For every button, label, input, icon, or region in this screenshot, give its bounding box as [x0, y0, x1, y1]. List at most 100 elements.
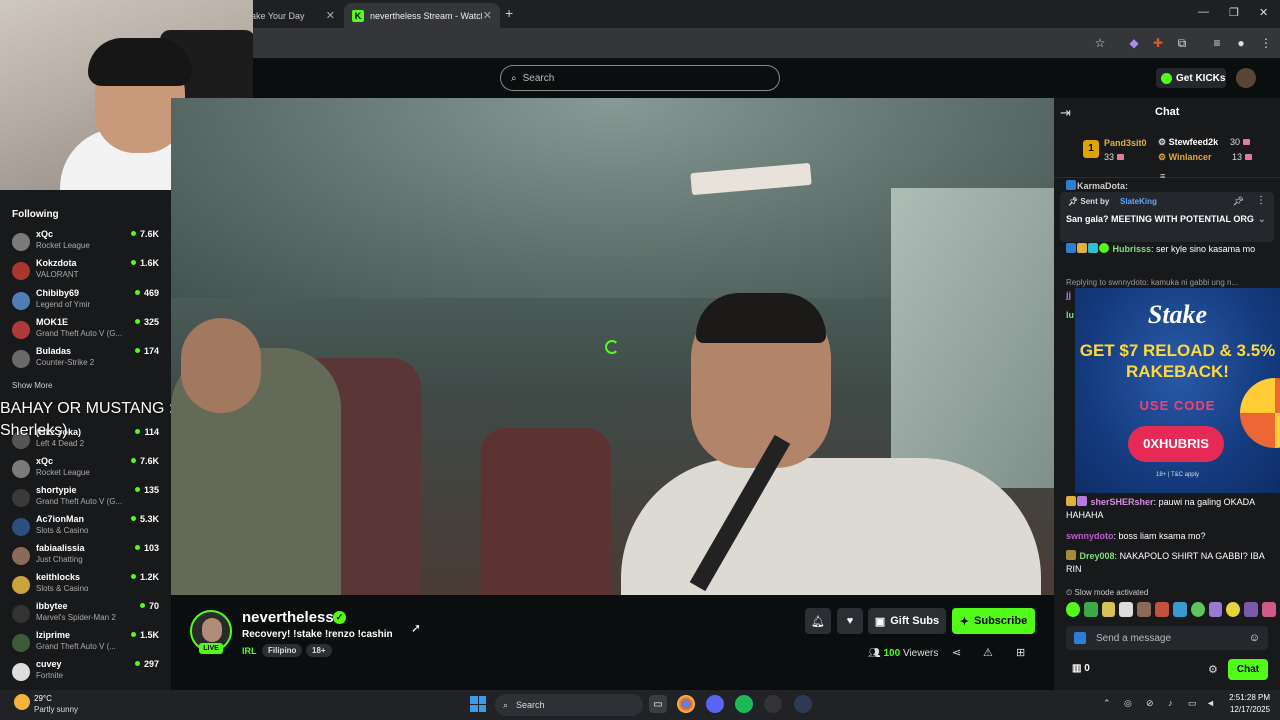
restore-button[interactable]: ❐ [1229, 6, 1239, 19]
stake-ad-banner[interactable]: Stake GET $7 RELOAD & 3.5% RAKEBACK! USE… [1075, 288, 1280, 493]
emote-icon[interactable] [1137, 602, 1152, 617]
windows-start-icon[interactable] [470, 696, 486, 712]
chat-input[interactable]: ☺ [1066, 626, 1268, 650]
channel-game: Slots & Casino [36, 584, 89, 593]
pinned-message[interactable]: 📌︎ Sent by SlateKing 📌︎ ⋮ San gala? MEET… [1060, 192, 1274, 242]
spotify-icon[interactable] [735, 695, 753, 713]
app-icon[interactable] [764, 695, 782, 713]
get-kicks-button[interactable]: Get KICKs [1156, 68, 1226, 88]
chevron-down-icon[interactable]: ⌄ [1258, 214, 1266, 225]
sidebar-channel-item[interactable]: Kokzdota VALORANT 1.6K [0, 257, 171, 286]
emote-icon[interactable] [1083, 602, 1098, 617]
settings-gear-icon[interactable]: ⚙ [1208, 663, 1218, 676]
share-icon[interactable]: ⋖ [952, 646, 961, 659]
sidebar-channel-item[interactable]: Chibiby69 Legend of Ymir 469 [0, 287, 171, 316]
send-message-input[interactable] [1096, 632, 1236, 644]
sidebar-channel-item[interactable]: fabiaalissia Just Chatting 103 [0, 542, 171, 571]
channel-name: MOK1E [36, 316, 69, 327]
volume-icon[interactable]: ◄ [1206, 698, 1215, 708]
show-more-link[interactable]: Show More [12, 381, 52, 390]
chat-username[interactable]: Drey008 [1080, 551, 1115, 561]
sidebar-channel-item[interactable]: ibbytee Marvel's Spider-Man 2 70 [0, 600, 171, 629]
more-options-icon[interactable]: ⋮ [1256, 195, 1266, 206]
tray-chevron-up-icon[interactable]: ⌃ [1103, 698, 1111, 709]
tray-app-icon[interactable]: ◎ [1124, 698, 1132, 709]
sidebar-channel-item[interactable]: Ac7ionMan Slots & Casino 5.3K [0, 513, 171, 542]
chat-username[interactable]: Hubrisss [1113, 244, 1152, 254]
browser-menu-icon[interactable]: ⋮ [1258, 35, 1274, 51]
stream-category[interactable]: IRL [242, 646, 257, 656]
stream-tag[interactable]: 18+ [306, 644, 332, 657]
task-view-icon[interactable]: ▭ [649, 695, 667, 713]
profile-icon[interactable]: ● [1233, 35, 1249, 51]
network-icon[interactable]: ▭ [1188, 698, 1197, 709]
report-icon[interactable]: ⚠ [983, 646, 993, 659]
chat-username[interactable]: sherSHERsher [1091, 497, 1154, 507]
emote-icon[interactable] [1262, 602, 1276, 617]
browser-tab-active[interactable]: K nevertheless Stream - Watch Li ✕ [344, 3, 500, 28]
close-window-button[interactable]: ✕ [1259, 6, 1268, 19]
sidebar-channel-item[interactable]: keithlocks Slots & Casino 1.2K [0, 571, 171, 600]
new-tab-button[interactable]: + [505, 5, 513, 21]
weather-sun-icon[interactable] [14, 694, 30, 710]
minimize-button[interactable]: — [1198, 6, 1209, 18]
app-icon[interactable] [794, 695, 812, 713]
close-tab-icon[interactable]: ✕ [326, 9, 335, 22]
leaderboard-user[interactable]: Pand3sit0 [1104, 138, 1147, 148]
extension-icon[interactable]: ✚ [1150, 35, 1166, 51]
leaderboard-user[interactable]: ⚙ Winlancer [1158, 152, 1212, 163]
chrome-icon[interactable] [677, 695, 695, 713]
user-avatar[interactable] [1236, 68, 1256, 88]
tab-search-icon[interactable]: ≡ [1209, 35, 1225, 51]
stream-tag[interactable]: Filipino [262, 644, 303, 657]
tray-app-icon[interactable]: ⊘ [1146, 698, 1154, 709]
slow-mode-notice: ⏲ Slow mode activated [1066, 588, 1149, 597]
extension-icon[interactable]: ◆ [1126, 35, 1142, 51]
search-input[interactable] [522, 72, 743, 84]
streamer-name[interactable]: nevertheless [242, 609, 334, 626]
subscribe-button[interactable]: ✦ Subscribe [952, 608, 1035, 634]
channel-viewers: 1.6K [131, 258, 159, 268]
site-search[interactable]: ⌕ [500, 65, 780, 91]
sidebar-channel-item[interactable]: MOK1E Grand Theft Auto V (G... 325 [0, 316, 171, 345]
sidebar-channel-item[interactable]: Buladas Counter-Strike 2 174 [0, 345, 171, 374]
notifications-bell-button[interactable]: 🔔︎ [805, 608, 831, 634]
clock-date[interactable]: 12/17/2025 [1222, 705, 1270, 714]
emoji-icon[interactable]: ☺ [1249, 632, 1260, 644]
emote-icon[interactable] [1101, 602, 1116, 617]
sidebar-channel-item[interactable]: xQc Rocket League 7.6K [0, 228, 171, 257]
emote-icon[interactable] [1190, 602, 1205, 617]
promo-code-pill[interactable]: 0XHUBRIS [1128, 426, 1224, 462]
sidebar-channel-item[interactable]: xQc Rocket League 7.6K [0, 455, 171, 484]
channel-viewers: 5.3K [131, 514, 159, 524]
leaderboard-user[interactable]: ⚙ Stewfeed2k [1158, 137, 1218, 148]
collapse-chat-icon[interactable]: ⇥ [1060, 105, 1071, 121]
sidebar-channel-item[interactable]: cuvey Fortnite 297 [0, 658, 171, 687]
pin-icon[interactable]: 📌︎ [1233, 196, 1244, 207]
send-chat-button[interactable]: Chat [1228, 659, 1268, 680]
discord-icon[interactable] [706, 695, 724, 713]
emote-icon[interactable] [1119, 602, 1134, 617]
emote-icon[interactable] [1172, 602, 1187, 617]
gift-subs-button[interactable]: ▣ Gift Subs [868, 608, 946, 634]
emote-icon[interactable] [1066, 602, 1080, 617]
user-options-icon[interactable]: ⊞ [1016, 646, 1025, 659]
microphone-icon[interactable]: ♪ [1168, 698, 1173, 708]
follow-heart-button[interactable]: ♥ [837, 608, 863, 634]
browser-tab[interactable]: ake Your Day ✕ [243, 3, 343, 28]
chat-message: swnnydoto: boss liam ksama mo? [1066, 531, 1206, 541]
bookmark-star-icon[interactable]: ☆ [1092, 35, 1108, 51]
emote-icon[interactable] [1155, 602, 1169, 617]
sidebar-channel-item[interactable]: shortypie Grand Theft Auto V (G... 135 [0, 484, 171, 513]
taskbar-search[interactable]: ⌕ Search [495, 694, 643, 716]
close-tab-icon[interactable]: ✕ [483, 9, 492, 22]
clock-time[interactable]: 2:51:28 PM [1222, 693, 1270, 702]
emote-icon[interactable] [1226, 602, 1241, 617]
emote-icon[interactable] [1244, 602, 1259, 617]
extensions-puzzle-icon[interactable]: ⧉ [1174, 35, 1190, 51]
sidebar-channel-item[interactable]: lziprime Grand Theft Auto V (... 1.5K [0, 629, 171, 658]
chat-username[interactable]: swnnydoto [1066, 531, 1114, 541]
emote-icon[interactable] [1208, 602, 1223, 617]
pinned-user[interactable]: SlateKing [1120, 197, 1157, 206]
channel-points[interactable]: ▥ 0 [1072, 663, 1090, 674]
